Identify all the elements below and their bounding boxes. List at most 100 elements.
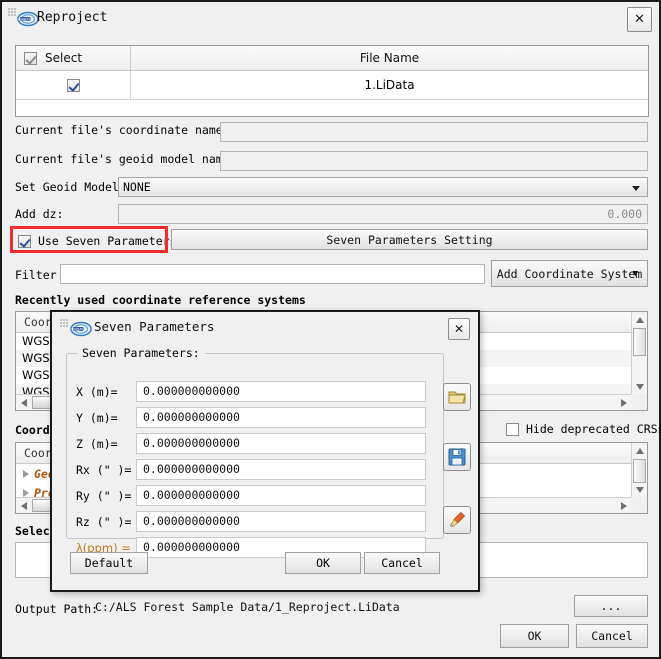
output-path-browse-button[interactable]: ... [574,595,648,617]
window-title: Reproject [37,10,108,25]
param-label-y: Y (m)= [76,410,118,425]
save-icon[interactable] [443,443,471,471]
ok-button[interactable]: OK [500,624,569,648]
param-row-rx: Rx (" )= 0.000000000000 [76,459,426,480]
add-coordinate-system-label: Add Coordinate System [496,266,643,281]
svg-text:LiDAR360: LiDAR360 [71,327,85,331]
window-grip-icon [8,8,16,16]
param-input-z[interactable]: 0.000000000000 [136,433,426,454]
param-input-ry[interactable]: 0.000000000000 [136,485,426,506]
param-label-z: Z (m)= [76,436,118,451]
scroll-left-icon[interactable] [16,498,31,513]
seven-parameters-setting-button[interactable]: Seven Parameters Setting [171,229,648,250]
column-header-filename: File Name [359,51,420,65]
add-dz-label: Add dz: [15,207,64,221]
hide-deprecated-checkbox[interactable] [506,422,519,436]
vscroll-thumb[interactable] [633,459,646,483]
filter-label: Filter [15,268,57,282]
recent-crs-vscrollbar[interactable] [631,312,647,394]
param-input-rz[interactable]: 0.000000000000 [136,511,426,532]
param-row-rz: Rz (" )= 0.000000000000 [76,511,426,532]
param-row-ry: Ry (" )= 0.000000000000 [76,485,426,506]
expand-arrow-icon[interactable] [23,488,29,497]
expand-arrow-icon[interactable] [23,469,29,478]
select-all-checkbox[interactable] [24,51,37,65]
file-table-header: Select File Name [16,46,648,71]
geoid-name-label: Current file's geoid model name: [15,152,237,166]
scroll-down-icon[interactable] [632,379,647,394]
scroll-corner [631,497,647,513]
seven-parameters-dialog: LiDAR360 Seven Parameters ✕ Seven Parame… [50,310,480,592]
scroll-left-icon[interactable] [16,395,31,410]
output-path-label: Output Path: [15,602,99,616]
groupbox-legend: Seven Parameters: [77,346,205,360]
file-table-header-select: Select [16,46,131,70]
hide-deprecated-label: Hide deprecated CRSs [526,422,661,436]
recent-crs-heading: Recently used coordinate reference syste… [15,293,306,307]
set-geoid-row: Set Geoid Model: [15,180,126,194]
coordinate-name-row: Current file's coordinate name: [15,123,230,137]
coordinate-name-value [220,122,648,142]
param-label-rz: Rz (" )= [76,514,132,529]
dialog-cancel-button[interactable]: Cancel [364,552,440,574]
chevron-down-icon [632,186,640,191]
use-seven-parameters-row[interactable]: Use Seven Parameters [18,234,176,248]
set-geoid-combobox[interactable]: NONE [118,177,648,197]
param-label-x: X (m)= [76,384,118,399]
add-dz-value: 0.000 [118,204,648,224]
use-seven-parameters-label: Use Seven Parameters [38,234,177,248]
row-checkbox[interactable] [66,78,80,92]
param-row-x: X (m)= 0.000000000000 [76,381,426,402]
table-row[interactable]: 1.LiData [16,71,648,100]
vscroll-thumb[interactable] [633,328,646,356]
dialog-grip-icon [60,319,68,327]
geoid-name-row: Current file's geoid model name: [15,152,237,166]
scroll-up-icon[interactable] [632,312,647,327]
scroll-corner [631,394,647,410]
dialog-default-button[interactable]: Default [70,552,148,574]
dialog-ok-button[interactable]: OK [285,552,361,574]
param-label-ry: Ry (" )= [76,488,132,503]
output-path-input[interactable]: C:/ALS Forest Sample Data/1_Reproject.Li… [90,598,570,618]
scroll-right-icon[interactable] [616,498,631,513]
param-row-z: Z (m)= 0.000000000000 [76,433,426,454]
scroll-down-icon[interactable] [632,482,647,497]
file-table-header-filename: File Name [131,46,648,70]
file-table: Select File Name 1.LiData [15,45,649,117]
folder-open-icon[interactable] [443,383,471,411]
close-icon[interactable]: ✕ [627,7,652,32]
hide-deprecated-row[interactable]: Hide deprecated CRSs [506,422,661,436]
row-filename-cell: 1.LiData [364,78,415,92]
filter-input[interactable] [60,264,485,284]
add-dz-row: Add dz: [15,207,63,221]
file-table-empty-row [16,100,648,118]
use-seven-parameters-checkbox[interactable] [18,234,31,248]
reproject-window: LiDAR360 Reproject ✕ Select File Name 1.… [0,0,661,659]
cancel-button[interactable]: Cancel [576,624,648,648]
param-input-rx[interactable]: 0.000000000000 [136,459,426,480]
window-titlebar: LiDAR360 Reproject ✕ [2,2,659,36]
output-path-row: Output Path: [15,602,98,616]
lidar360-logo-icon: LiDAR360 [70,321,92,337]
all-crs-vscrollbar[interactable] [631,443,647,497]
scroll-right-icon[interactable] [616,395,631,410]
filter-row: Filter [15,268,57,282]
param-input-y[interactable]: 0.000000000000 [136,407,426,428]
column-header-select: Select [45,51,83,65]
add-coordinate-system-button[interactable]: Add Coordinate System ▼ [491,260,648,287]
row-select-cell [16,71,131,99]
geoid-name-value [220,151,648,171]
param-label-rx: Rx (" )= [76,462,132,477]
set-geoid-label: Set Geoid Model: [15,180,126,194]
coordinate-name-label: Current file's coordinate name: [15,123,230,137]
edit-brush-icon[interactable] [443,506,471,534]
dialog-close-icon[interactable]: ✕ [448,318,470,340]
chevron-down-icon: ▼ [632,268,638,279]
lidar360-logo-icon: LiDAR360 [17,11,39,27]
param-input-x[interactable]: 0.000000000000 [136,381,426,402]
set-geoid-value: NONE [123,180,151,194]
param-row-y: Y (m)= 0.000000000000 [76,407,426,428]
dialog-title: Seven Parameters [94,319,215,334]
scroll-up-icon[interactable] [632,443,647,458]
svg-text:LiDAR360: LiDAR360 [18,17,32,21]
